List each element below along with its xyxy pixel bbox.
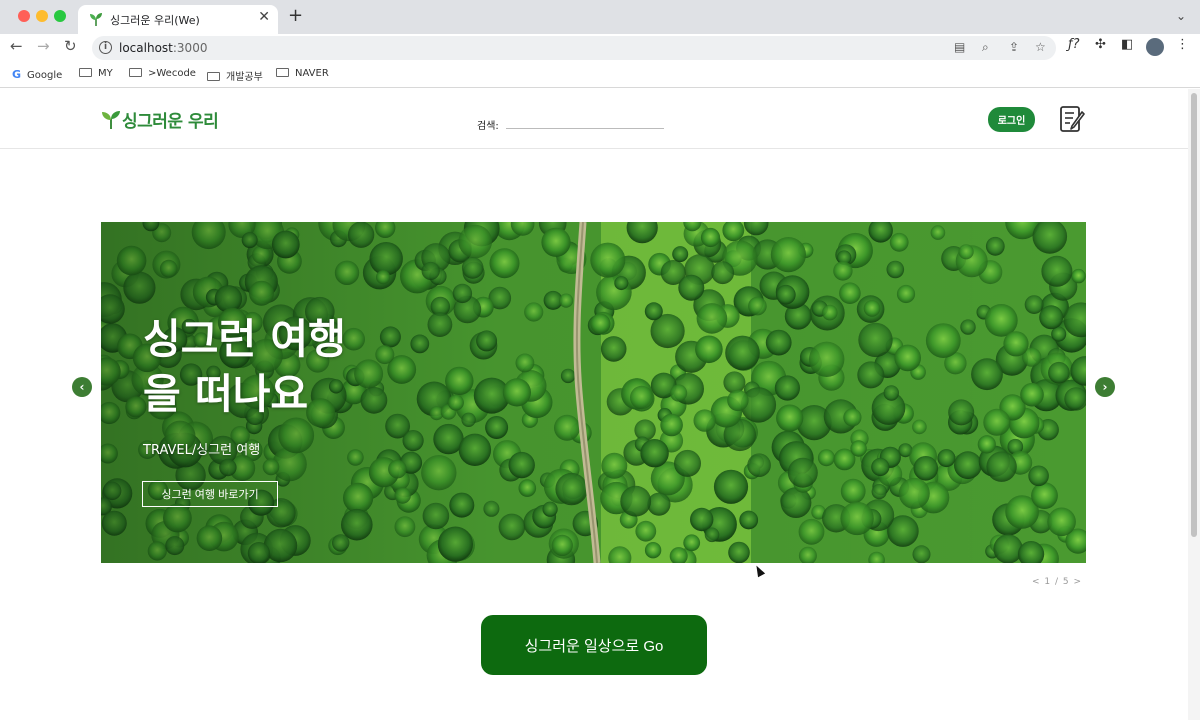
site-header: 싱그러운 우리 검색: 로그인 — [0, 89, 1188, 149]
mouse-cursor-icon — [752, 563, 766, 578]
reload-icon[interactable]: ↻ — [64, 37, 77, 55]
bookmark-google[interactable]: G Google — [12, 68, 62, 81]
url-port: :3000 — [172, 41, 208, 55]
window-zoom-dot[interactable] — [54, 10, 66, 22]
page-scrollbar[interactable] — [1188, 89, 1200, 720]
folder-icon — [207, 72, 220, 81]
bookmark-folder-wecode[interactable]: >Wecode — [129, 68, 196, 79]
chevron-right-icon[interactable]: › — [1095, 377, 1115, 397]
url-text[interactable]: localhost:3000 — [119, 41, 207, 55]
browser-tab-bar: 싱그러운 우리(We) ✕ + ⌄ — [0, 0, 1200, 34]
scroll-thumb[interactable] — [1191, 93, 1197, 537]
bookmark-label: NAVER — [295, 68, 329, 79]
back-arrow-icon[interactable]: ← — [10, 37, 23, 55]
page-viewport: 싱그러운 우리 검색: 로그인 싱그런 여행 을 떠나요 TRAVEL/싱그런 … — [0, 89, 1188, 720]
folder-icon — [129, 68, 142, 77]
extensions-puzzle-icon[interactable]: ✣ — [1095, 37, 1106, 52]
site-info-icon[interactable]: i — [99, 41, 112, 54]
side-panel-icon[interactable]: ◧ — [1121, 37, 1133, 52]
travel-shortcut-button[interactable]: 싱그런 여행 바로가기 — [142, 481, 278, 507]
zoom-icon[interactable]: ⌕ — [982, 40, 989, 55]
write-icon[interactable] — [1059, 104, 1085, 134]
sprout-logo-icon — [102, 111, 120, 129]
slide-pager[interactable]: < 1 / 5 > — [1032, 577, 1082, 587]
browser-toolbar: ← → ↻ i localhost:3000 ▤ ⌕ ⇪ ☆ — [0, 34, 1200, 62]
search-label: 검색: — [477, 121, 499, 132]
tab-title: 싱그러운 우리(We) — [110, 14, 200, 27]
share-icon[interactable]: ⇪ — [1009, 40, 1019, 54]
window-minimize-dot[interactable] — [36, 10, 48, 22]
bookmarks-bar: G Google MY >Wecode 개발공부 NAVER — [0, 62, 1200, 88]
hero-title-line1: 싱그런 여행 — [143, 315, 346, 363]
url-host: localhost — [119, 41, 173, 55]
bookmark-folder-naver[interactable]: NAVER — [276, 68, 329, 79]
translate-icon[interactable]: ▤ — [954, 40, 965, 54]
bookmark-label: MY — [98, 68, 113, 79]
font-extension-icon[interactable]: ƒ? — [1068, 37, 1079, 52]
folder-icon — [276, 68, 289, 77]
bookmark-folder-study[interactable]: 개발공부 — [207, 68, 263, 83]
bookmark-label: >Wecode — [148, 68, 196, 79]
forward-arrow-icon[interactable]: → — [37, 37, 50, 55]
hero-subtitle: TRAVEL/싱그런 여행 — [143, 443, 261, 458]
window-close-dot[interactable] — [18, 10, 30, 22]
new-tab-button[interactable]: + — [288, 5, 303, 26]
sprout-favicon-icon — [90, 13, 102, 26]
profile-avatar[interactable] — [1146, 38, 1164, 56]
browser-menu-icon[interactable]: ⋮ — [1176, 37, 1189, 52]
login-button[interactable]: 로그인 — [988, 107, 1035, 132]
address-bar[interactable]: i localhost:3000 ▤ ⌕ ⇪ ☆ — [92, 36, 1056, 60]
bookmark-label: Google — [27, 70, 63, 81]
bookmark-label: 개발공부 — [226, 72, 263, 83]
bookmark-star-icon[interactable]: ☆ — [1035, 40, 1046, 54]
search-input[interactable] — [506, 113, 664, 129]
hero-slide: 싱그런 여행 을 떠나요 TRAVEL/싱그런 여행 싱그런 여행 바로가기 — [101, 222, 1086, 563]
hero-title: 싱그런 여행 을 떠나요 — [143, 312, 483, 422]
google-icon: G — [12, 68, 22, 81]
logo-text: 싱그러운 우리 — [122, 112, 219, 132]
tab-search-chevron-icon[interactable]: ⌄ — [1176, 9, 1186, 23]
hero-title-line2: 을 떠나요 — [143, 370, 309, 418]
bookmark-folder-my[interactable]: MY — [79, 68, 113, 79]
chevron-left-icon[interactable]: ‹ — [72, 377, 92, 397]
tab-close-icon[interactable]: ✕ — [258, 9, 270, 25]
folder-icon — [79, 68, 92, 77]
go-daily-button[interactable]: 싱그러운 일상으로 Go — [481, 615, 707, 675]
browser-tab-active[interactable]: 싱그러운 우리(We) ✕ — [78, 5, 278, 34]
